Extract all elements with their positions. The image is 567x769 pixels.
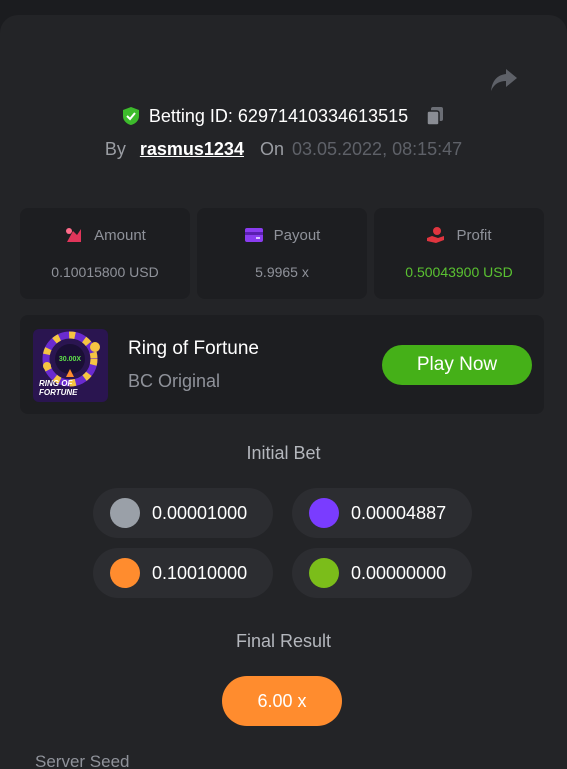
amount-label: Amount: [94, 226, 146, 244]
bet-chip-value: 0.00001000: [152, 502, 248, 523]
currency-icon: [110, 498, 140, 528]
bet-chip: 0.00001000: [93, 488, 273, 538]
bet-chip: 0.00004887: [292, 488, 472, 538]
game-thumbnail[interactable]: 30.00X RING OF FORTUNE: [33, 329, 108, 402]
payout-label: Payout: [273, 226, 321, 244]
profit-label: Profit: [456, 226, 492, 244]
game-card: 30.00X RING OF FORTUNE Ring of Fortune B…: [20, 315, 544, 414]
bet-details-panel: Betting ID: 62971410334613515 By rasmus1…: [0, 15, 567, 769]
thumb-title-line1: RING OF: [39, 379, 73, 388]
game-subtitle: BC Original: [128, 371, 221, 391]
hand-coin-icon: [427, 227, 445, 243]
bettor-row: By rasmus1234 On 03.05.2022, 08:15:47: [0, 139, 567, 160]
thumb-multiplier: 30.00X: [59, 356, 82, 363]
bet-chip-value: 0.10010000: [152, 562, 248, 583]
on-label: On: [259, 139, 284, 159]
final-result-badge: 6.00 x: [222, 676, 342, 726]
betting-id-row: Betting ID: 62971410334613515: [0, 105, 567, 127]
username-link[interactable]: rasmus1234: [140, 139, 244, 160]
amount-card: Amount 0.10015800 USD: [20, 208, 190, 299]
bet-chip: 0.10010000: [93, 548, 273, 598]
currency-icon: [110, 558, 140, 588]
bet-chip: 0.00000000: [292, 548, 472, 598]
bet-datetime: 03.05.2022, 08:15:47: [291, 139, 463, 159]
play-now-button[interactable]: Play Now: [382, 345, 532, 385]
share-icon[interactable]: [489, 66, 519, 94]
server-seed-label: Server Seed: [35, 752, 130, 769]
currency-icon: [309, 558, 339, 588]
game-title[interactable]: Ring of Fortune: [128, 338, 259, 360]
shield-check-icon: [122, 107, 139, 125]
bet-chip-value: 0.00000000: [351, 562, 447, 583]
profit-value: 0.50043900 USD: [405, 264, 513, 280]
card-icon: [244, 228, 263, 242]
betting-id-text: Betting ID: 62971410334613515: [148, 105, 409, 126]
profit-card: Profit 0.50043900 USD: [374, 208, 544, 299]
copy-icon[interactable]: [424, 105, 446, 127]
payout-card: Payout 5.9965 x: [197, 208, 367, 299]
final-result-label: Final Result: [235, 631, 332, 651]
amount-value: 0.10015800 USD: [51, 264, 159, 280]
initial-bet-label: Initial Bet: [246, 443, 321, 463]
bet-chip-value: 0.00004887: [351, 502, 447, 523]
payout-value: 5.9965 x: [255, 264, 309, 280]
currency-icon: [309, 498, 339, 528]
money-bag-icon: [66, 228, 82, 242]
by-label: By: [104, 139, 126, 159]
thumb-title-line2: FORTUNE: [39, 388, 78, 397]
